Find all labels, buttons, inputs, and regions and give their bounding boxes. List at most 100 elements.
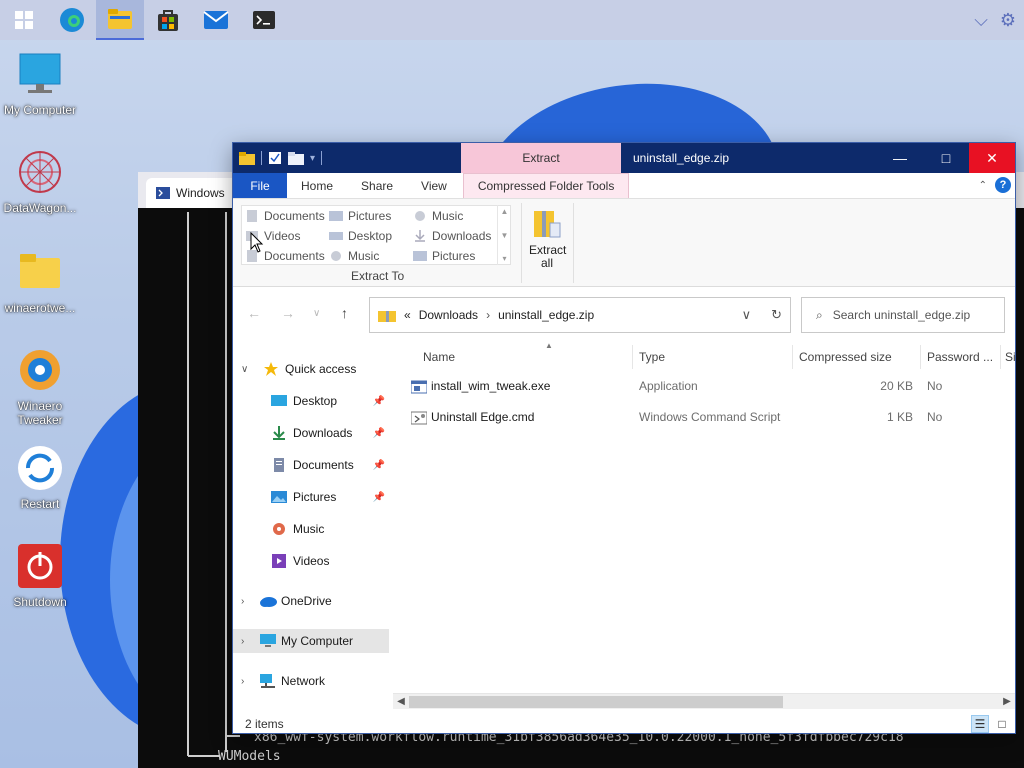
extract-location-downloads[interactable]: Downloads [410,226,500,246]
desktop-icon [271,394,287,408]
maximize-icon: □ [941,150,951,166]
file-password: No [927,379,943,393]
edge-taskbar-button[interactable] [48,0,96,40]
monitor-icon [19,53,61,93]
details-view-button[interactable]: ☰ [971,715,989,733]
power-icon [18,544,62,588]
column-header-type[interactable]: Type [633,345,793,369]
column-header-password[interactable]: Password ... [921,345,1001,369]
chevron-right-icon[interactable]: › [241,676,255,687]
chevron-down-icon[interactable]: ▾ [310,153,315,164]
tab-share[interactable]: Share [347,173,407,198]
powershell-icon [156,187,170,199]
address-bar[interactable]: « Downloads › uninstall_edge.zip ∨ ↻ [369,297,791,333]
pin-icon[interactable]: 📌 [373,460,385,471]
videos-icon [271,554,287,568]
close-button[interactable]: ✕ [969,143,1015,173]
gear-icon[interactable]: ⚙ [1000,10,1016,31]
desktop-icon-datawagon[interactable]: DataWagon... [0,148,80,215]
breadcrumb-zip[interactable]: uninstall_edge.zip [498,308,594,322]
chevron-down-icon[interactable]: ∨ [241,364,255,375]
tab-view[interactable]: View [407,173,461,198]
datawagon-icon [19,151,61,193]
refresh-icon[interactable]: ↻ [771,307,782,323]
forward-arrow-icon[interactable]: → [281,305,295,321]
monitor-icon [259,634,276,648]
ribbon-tabs: File Home Share View Compressed Folder T… [233,173,1015,199]
large-icons-view-button[interactable]: □ [993,715,1011,733]
minimize-button[interactable]: — [877,143,923,173]
nav-network[interactable]: › Network [233,669,389,693]
tab-home[interactable]: Home [287,173,347,198]
file-explorer-taskbar-button[interactable] [96,0,144,40]
nav-pictures[interactable]: Pictures 📌 [233,485,389,509]
chevron-up-icon[interactable]: ▲ [501,207,509,216]
breadcrumb-downloads[interactable]: Downloads [419,308,478,322]
nav-onedrive[interactable]: › OneDrive [233,589,389,613]
ribbon: Documents Pictures Music Videos Desktop … [233,199,1015,287]
column-header-compressed-size[interactable]: Compressed size [793,345,921,369]
nav-desktop[interactable]: Desktop 📌 [233,389,389,413]
properties-icon[interactable] [268,151,282,165]
column-header-name[interactable]: ▲ Name [417,341,633,369]
extract-location-desktop[interactable]: Desktop [326,226,410,246]
column-header-size[interactable]: Si [1001,345,1015,369]
start-button[interactable] [0,0,48,40]
mail-taskbar-button[interactable] [192,0,240,40]
file-row[interactable]: Uninstall Edge.cmd Windows Command Scrip… [403,406,1003,430]
desktop-icon-shutdown[interactable]: Shutdown [0,542,80,609]
new-folder-icon[interactable] [288,151,304,165]
pin-icon[interactable]: 📌 [373,428,385,439]
extract-location-music[interactable]: Music [410,206,500,226]
nav-videos[interactable]: Videos [233,549,389,573]
scrollbar-thumb[interactable] [409,696,783,708]
close-icon: ✕ [986,149,998,166]
star-icon [263,362,279,376]
chevron-down-icon[interactable]: ⌵ [974,10,988,31]
chevron-down-icon[interactable]: ▼ [501,231,509,240]
extract-location-music[interactable]: Music [326,246,410,266]
address-overflow[interactable]: « [404,308,411,322]
file-explorer-window: ▾ Extract uninstall_edge.zip — □ ✕ File … [232,142,1016,734]
ribbon-collapse-icon[interactable]: ⌃ [979,180,987,191]
terminal-taskbar-button[interactable] [240,0,288,40]
desktop-icon-restart[interactable]: Restart [0,444,80,511]
chevron-right-icon[interactable]: › [241,636,255,647]
gallery-more-icon[interactable]: ▾ [502,254,506,263]
up-arrow-icon[interactable]: ↑ [341,305,348,321]
pin-icon[interactable]: 📌 [373,396,385,407]
nav-music[interactable]: Music [233,517,389,541]
desktop-icon-my-computer[interactable]: My Computer [0,50,80,117]
scroll-left-icon[interactable]: ◀ [393,694,409,710]
desktop-icon-label: Winaero Tweaker [17,399,63,427]
extract-location-pictures[interactable]: Pictures [326,206,410,226]
extract-location-pictures[interactable]: Pictures [410,246,500,266]
extract-location-documents[interactable]: Documents [242,206,326,226]
pin-icon[interactable]: 📌 [373,492,385,503]
terminal-tab-label: Windows [176,186,225,200]
gallery-scroll[interactable]: ▲ ▼ ▾ [497,205,511,265]
desktop-icon-winaerotweaker-folder[interactable]: winaerotwe... [0,248,80,315]
maximize-button[interactable]: □ [923,143,969,173]
mail-icon [203,11,229,29]
search-box[interactable]: ⌕ Search uninstall_edge.zip [801,297,1005,333]
store-taskbar-button[interactable] [144,0,192,40]
recent-locations-icon[interactable]: ∨ [313,308,320,319]
scroll-right-icon[interactable]: ▶ [999,694,1015,710]
chevron-right-icon[interactable]: › [241,596,255,607]
nav-my-computer[interactable]: › My Computer [233,629,389,653]
back-arrow-icon[interactable]: ← [247,305,261,321]
nav-quick-access[interactable]: ∨ Quick access [233,357,389,381]
extract-all-button[interactable]: Extract all [529,207,566,270]
music-icon [415,211,425,221]
tab-compressed-folder-tools[interactable]: Compressed Folder Tools [462,173,630,198]
tab-file[interactable]: File [233,173,287,198]
horizontal-scrollbar[interactable]: ◀ ▶ [393,693,1015,709]
file-row[interactable]: install_wim_tweak.exe Application 20 KB … [403,375,1003,399]
help-icon[interactable]: ? [995,177,1011,193]
nav-downloads[interactable]: Downloads 📌 [233,421,389,445]
address-dropdown-icon[interactable]: ∨ [742,307,752,323]
folder-icon[interactable] [239,151,255,165]
nav-documents[interactable]: Documents 📌 [233,453,389,477]
desktop-icon-winaero-tweaker[interactable]: Winaero Tweaker [0,346,80,427]
